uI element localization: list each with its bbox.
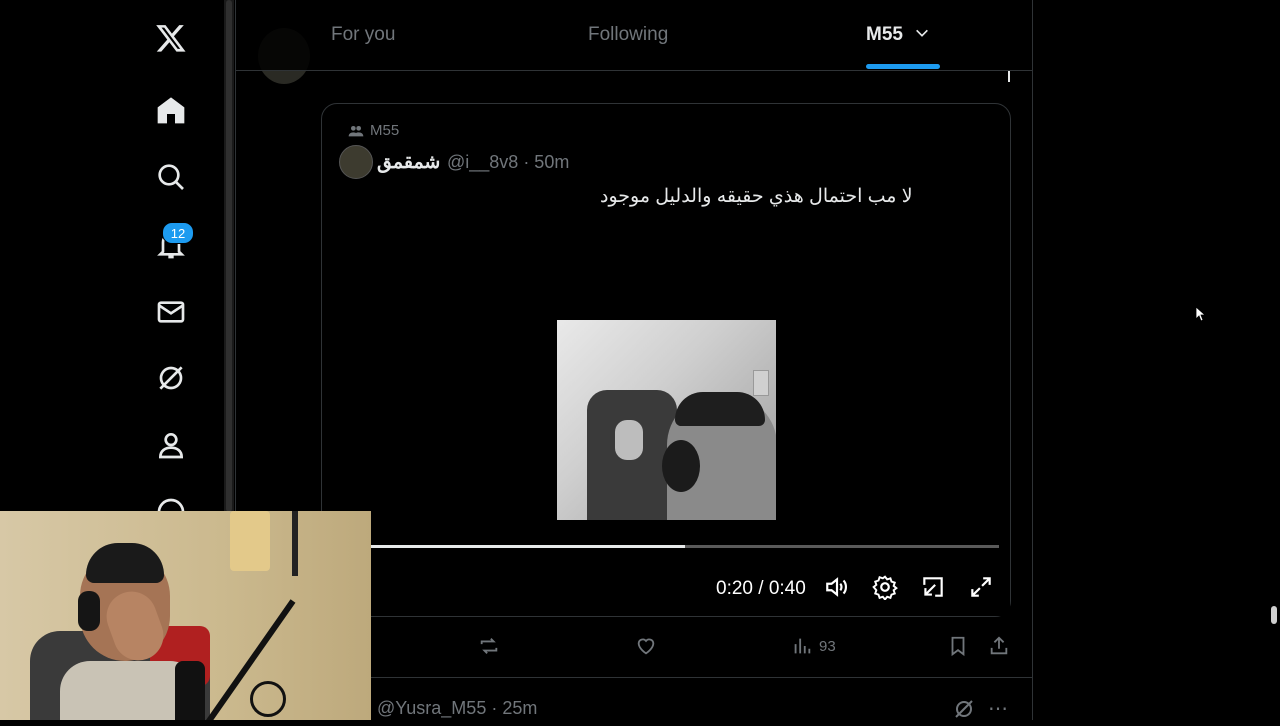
chevron-down-icon bbox=[916, 29, 929, 37]
video-progress-bar[interactable] bbox=[371, 545, 999, 548]
next-post-handle-time[interactable]: @Yusra_M55 · 25m bbox=[377, 698, 537, 719]
tab-following[interactable]: Following bbox=[588, 24, 668, 46]
community-icon bbox=[348, 125, 364, 136]
author-avatar[interactable] bbox=[339, 145, 373, 179]
views-button[interactable]: 93 bbox=[791, 635, 836, 657]
community-label[interactable]: M55 bbox=[348, 122, 399, 139]
page-scrollbar-thumb[interactable] bbox=[226, 0, 232, 512]
bookmark-icon bbox=[951, 636, 965, 657]
heart-icon bbox=[637, 638, 655, 655]
views-count: 93 bbox=[819, 637, 836, 655]
more-options-icon[interactable]: ⋯ bbox=[988, 696, 1009, 721]
tab-for-you[interactable]: For you bbox=[331, 24, 395, 46]
home-icon[interactable] bbox=[151, 90, 191, 130]
fullscreen-icon[interactable] bbox=[966, 572, 996, 602]
repost-icon bbox=[480, 638, 498, 654]
grok-icon[interactable] bbox=[151, 358, 191, 398]
profile-icon[interactable] bbox=[151, 425, 191, 465]
grok-icon[interactable] bbox=[952, 697, 976, 721]
community-name: M55 bbox=[370, 122, 400, 139]
video-progress-fill bbox=[371, 545, 685, 548]
active-tab-indicator bbox=[866, 64, 940, 69]
views-chart-icon bbox=[794, 638, 811, 654]
bookmark-button[interactable] bbox=[947, 635, 969, 657]
tab-m55[interactable]: M55 bbox=[866, 24, 930, 46]
share-button[interactable] bbox=[988, 635, 1010, 657]
author-display-name[interactable]: شمقمق bbox=[377, 151, 440, 174]
video-time: 0:20 / 0:40 bbox=[716, 578, 806, 599]
volume-icon[interactable] bbox=[822, 572, 852, 602]
text-cursor bbox=[1008, 70, 1010, 82]
webcam-overlay bbox=[0, 511, 371, 720]
quoted-post-text: لا مب احتمال هذي حقيقه والدليل موجود bbox=[600, 186, 913, 207]
like-button[interactable] bbox=[635, 635, 657, 657]
settings-gear-icon[interactable] bbox=[870, 572, 900, 602]
picture-in-picture-icon[interactable] bbox=[918, 572, 948, 602]
author-handle-time[interactable]: @i__8v8 · 50m bbox=[447, 152, 569, 173]
tab-m55-label: M55 bbox=[866, 24, 903, 45]
repost-button[interactable] bbox=[478, 635, 500, 657]
search-icon[interactable] bbox=[151, 157, 191, 197]
notifications-badge: 12 bbox=[162, 222, 194, 244]
x-logo-icon[interactable] bbox=[151, 18, 191, 58]
mail-icon[interactable] bbox=[151, 292, 191, 332]
video-frame bbox=[557, 320, 776, 520]
share-icon bbox=[990, 636, 1008, 655]
scrollbar-thumb[interactable] bbox=[1271, 606, 1277, 624]
mouse-cursor-icon bbox=[1195, 306, 1207, 322]
